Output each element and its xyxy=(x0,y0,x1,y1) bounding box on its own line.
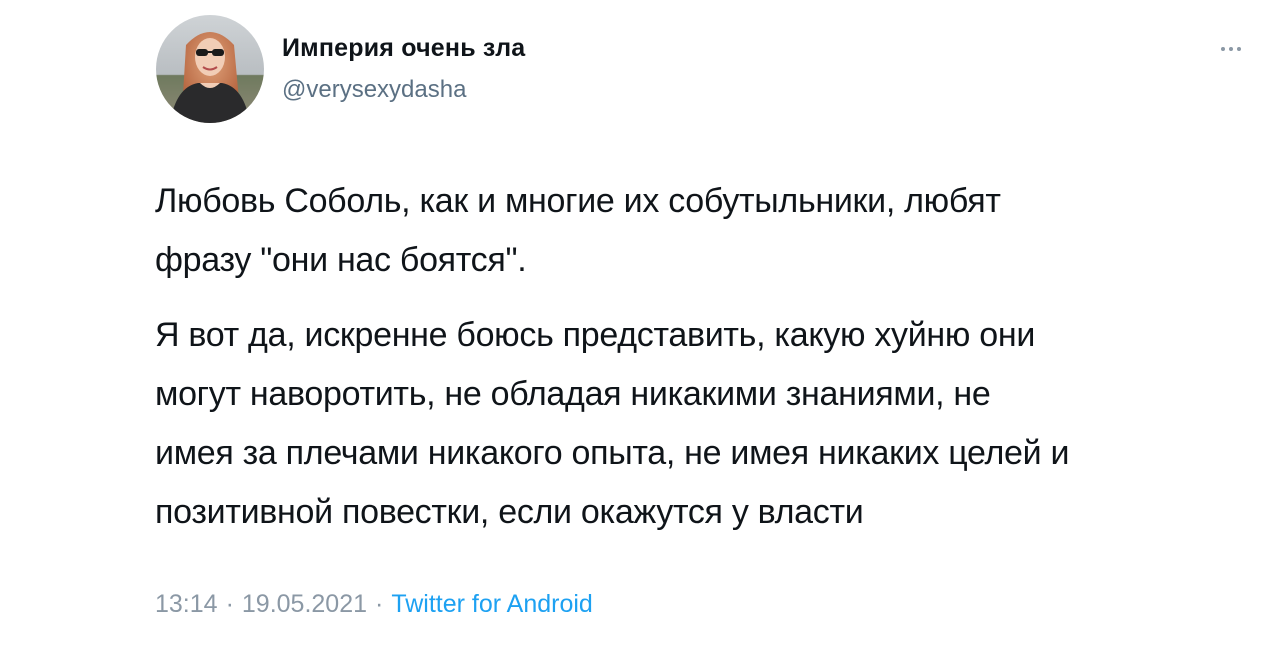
meta-separator: · xyxy=(375,590,384,618)
tweet-text: Любовь Соболь, как и многие их собутыльн… xyxy=(155,172,1265,542)
more-horizontal-icon xyxy=(1221,47,1225,51)
tweet-date[interactable]: 19.05.2021 xyxy=(242,590,367,618)
avatar[interactable] xyxy=(156,15,264,123)
more-options-button[interactable] xyxy=(1214,40,1248,58)
avatar-image xyxy=(156,15,264,123)
tweet-card: Империя очень зла @verysexydasha Любовь … xyxy=(0,0,1280,649)
tweet-time[interactable]: 13:14 xyxy=(155,590,218,618)
author-handle[interactable]: @verysexydasha xyxy=(282,76,466,104)
tweet-meta: 13:14 · 19.05.2021 · Twitter for Android xyxy=(155,590,593,619)
more-horizontal-icon xyxy=(1237,47,1241,51)
meta-separator: · xyxy=(225,590,234,618)
tweet-paragraph: Любовь Соболь, как и многие их собутыльн… xyxy=(155,182,1001,279)
tweet-paragraph: Я вот да, искренне боюсь представить, ка… xyxy=(155,316,1070,531)
more-horizontal-icon xyxy=(1229,47,1233,51)
author-display-name[interactable]: Империя очень зла xyxy=(282,34,525,63)
tweet-source-link[interactable]: Twitter for Android xyxy=(391,590,592,618)
